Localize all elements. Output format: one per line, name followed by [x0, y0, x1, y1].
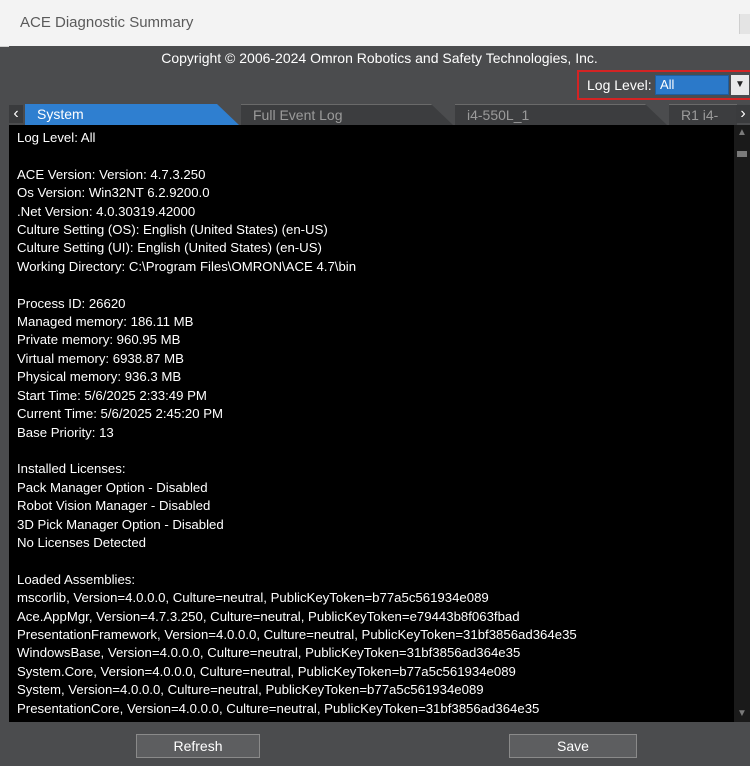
tab-i4-550l-1[interactable]: i4-550L_1: [455, 104, 667, 125]
log-level-label: Log Level:: [587, 77, 652, 93]
log-line: PresentationCore, Version=4.0.0.0, Cultu…: [17, 700, 540, 716]
log-line: Working Directory: C:\Program Files\OMRO…: [17, 258, 357, 274]
save-button[interactable]: Save: [509, 734, 637, 758]
tab-r1-i4-550l[interactable]: R1 i4-550L: [669, 104, 737, 144]
log-line: WindowsBase, Version=4.0.0.0, Culture=ne…: [17, 645, 521, 661]
dialog-body: Copyright © 2006-2024 Omron Robotics and…: [9, 46, 750, 766]
tab-system[interactable]: System: [25, 104, 239, 125]
scroll-down-icon[interactable]: ▼: [734, 706, 750, 722]
log-line: Log Level: All: [17, 130, 96, 145]
log-line: Loaded Assemblies:: [17, 571, 136, 587]
log-line: Process ID: 26620: [17, 295, 126, 311]
log-line: Private memory: 960.95 MB: [17, 332, 181, 348]
title-bar: ACE Diagnostic Summary: [0, 0, 750, 47]
window-title: ACE Diagnostic Summary: [20, 14, 194, 31]
log-line: Robot Vision Manager - Disabled: [17, 498, 211, 514]
diagnostic-log-text: Log Level: All ACE Version: Version: 4.7…: [17, 129, 717, 718]
log-line: Virtual memory: 6938.87 MB: [17, 350, 184, 366]
tab-full-event-log[interactable]: Full Event Log: [241, 104, 453, 125]
tab-strip: ‹ System Full Event Log i4-550L_1 R1 i4-…: [9, 103, 750, 144]
log-line: Start Time: 5/6/2025 2:33:49 PM: [17, 387, 207, 403]
log-line: Os Version: Win32NT 6.2.9200.0: [17, 185, 210, 201]
scroll-up-icon[interactable]: ▲: [734, 125, 750, 141]
dialog-footer: Refresh Save: [9, 722, 750, 766]
chevron-down-icon[interactable]: ▼: [731, 75, 749, 95]
log-line: Culture Setting (OS): English (United St…: [17, 222, 328, 238]
diagnostic-summary-window: ACE Diagnostic Summary Copyright © 2006-…: [0, 0, 750, 766]
log-line: PresentationFramework, Version=4.0.0.0, …: [17, 626, 577, 642]
log-line: Physical memory: 936.3 MB: [17, 369, 182, 385]
log-line: Base Priority: 13: [17, 424, 114, 440]
log-line: ACE Version: Version: 4.7.3.250: [17, 166, 206, 182]
log-line: System.Core, Version=4.0.0.0, Culture=ne…: [17, 663, 516, 679]
scrollbar-thumb[interactable]: [737, 151, 747, 157]
log-line: Ace.AppMgr, Version=4.7.3.250, Culture=n…: [17, 608, 520, 624]
log-line: Installed Licenses:: [17, 461, 126, 477]
log-line: No Licenses Detected: [17, 534, 147, 550]
window-control-button[interactable]: [739, 14, 750, 34]
log-line: Culture Setting (UI): English (United St…: [17, 240, 322, 256]
vertical-scrollbar[interactable]: ▲ ▼: [734, 125, 750, 722]
log-line: .Net Version: 4.0.30319.42000: [17, 203, 196, 219]
chevron-left-icon[interactable]: ‹: [9, 105, 23, 123]
log-line: mscorlib, Version=4.0.0.0, Culture=neutr…: [17, 590, 489, 606]
log-level-control: Log Level: All ▼: [577, 70, 750, 100]
copyright-text: Copyright © 2006-2024 Omron Robotics and…: [161, 50, 598, 66]
log-line: Current Time: 5/6/2025 2:45:20 PM: [17, 406, 223, 422]
log-level-select[interactable]: All: [655, 75, 729, 95]
refresh-button[interactable]: Refresh: [136, 734, 260, 758]
diagnostic-log-panel[interactable]: Log Level: All ACE Version: Version: 4.7…: [9, 125, 750, 722]
chevron-right-icon[interactable]: ›: [736, 105, 750, 123]
log-line: System, Version=4.0.0.0, Culture=neutral…: [17, 682, 484, 698]
log-line: Managed memory: 186.11 MB: [17, 314, 194, 330]
log-line: Pack Manager Option - Disabled: [17, 479, 208, 495]
log-line: 3D Pick Manager Option - Disabled: [17, 516, 224, 532]
